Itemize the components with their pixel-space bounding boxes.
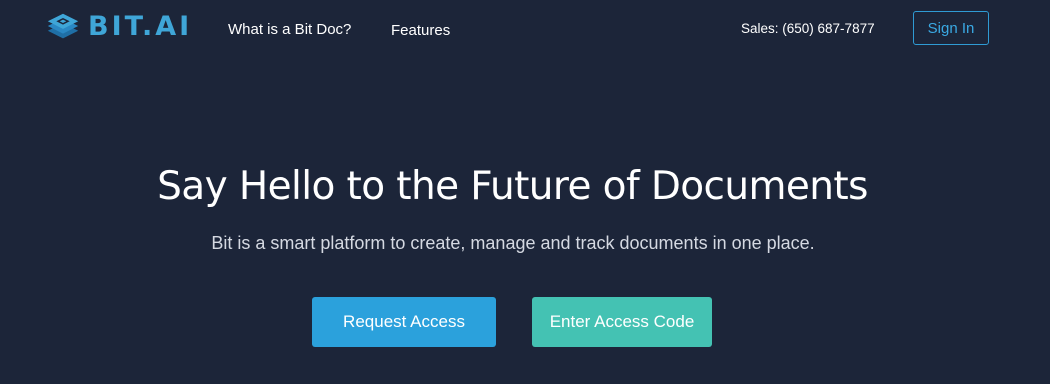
logo-wordmark: BIT.AI — [88, 11, 193, 42]
sign-in-button[interactable]: Sign In — [913, 11, 989, 45]
sales-phone: Sales: (650) 687-7877 — [741, 21, 875, 36]
stacked-layers-logo-icon — [47, 13, 79, 39]
hero-subtitle: Bit is a smart platform to create, manag… — [211, 233, 815, 253]
request-access-button[interactable]: Request Access — [312, 297, 496, 347]
nav-features[interactable]: Features — [391, 21, 450, 41]
top-navbar: BIT.AI What is a Bit Doc? Features Sales… — [0, 0, 1050, 60]
nav-what-is-bit-doc[interactable]: What is a Bit Doc? — [228, 20, 351, 40]
hero-title: Say Hello to the Future of Documents — [157, 164, 868, 209]
bit-ai-logo[interactable]: BIT.AI — [44, 8, 192, 46]
enter-access-code-button[interactable]: Enter Access Code — [532, 297, 712, 347]
